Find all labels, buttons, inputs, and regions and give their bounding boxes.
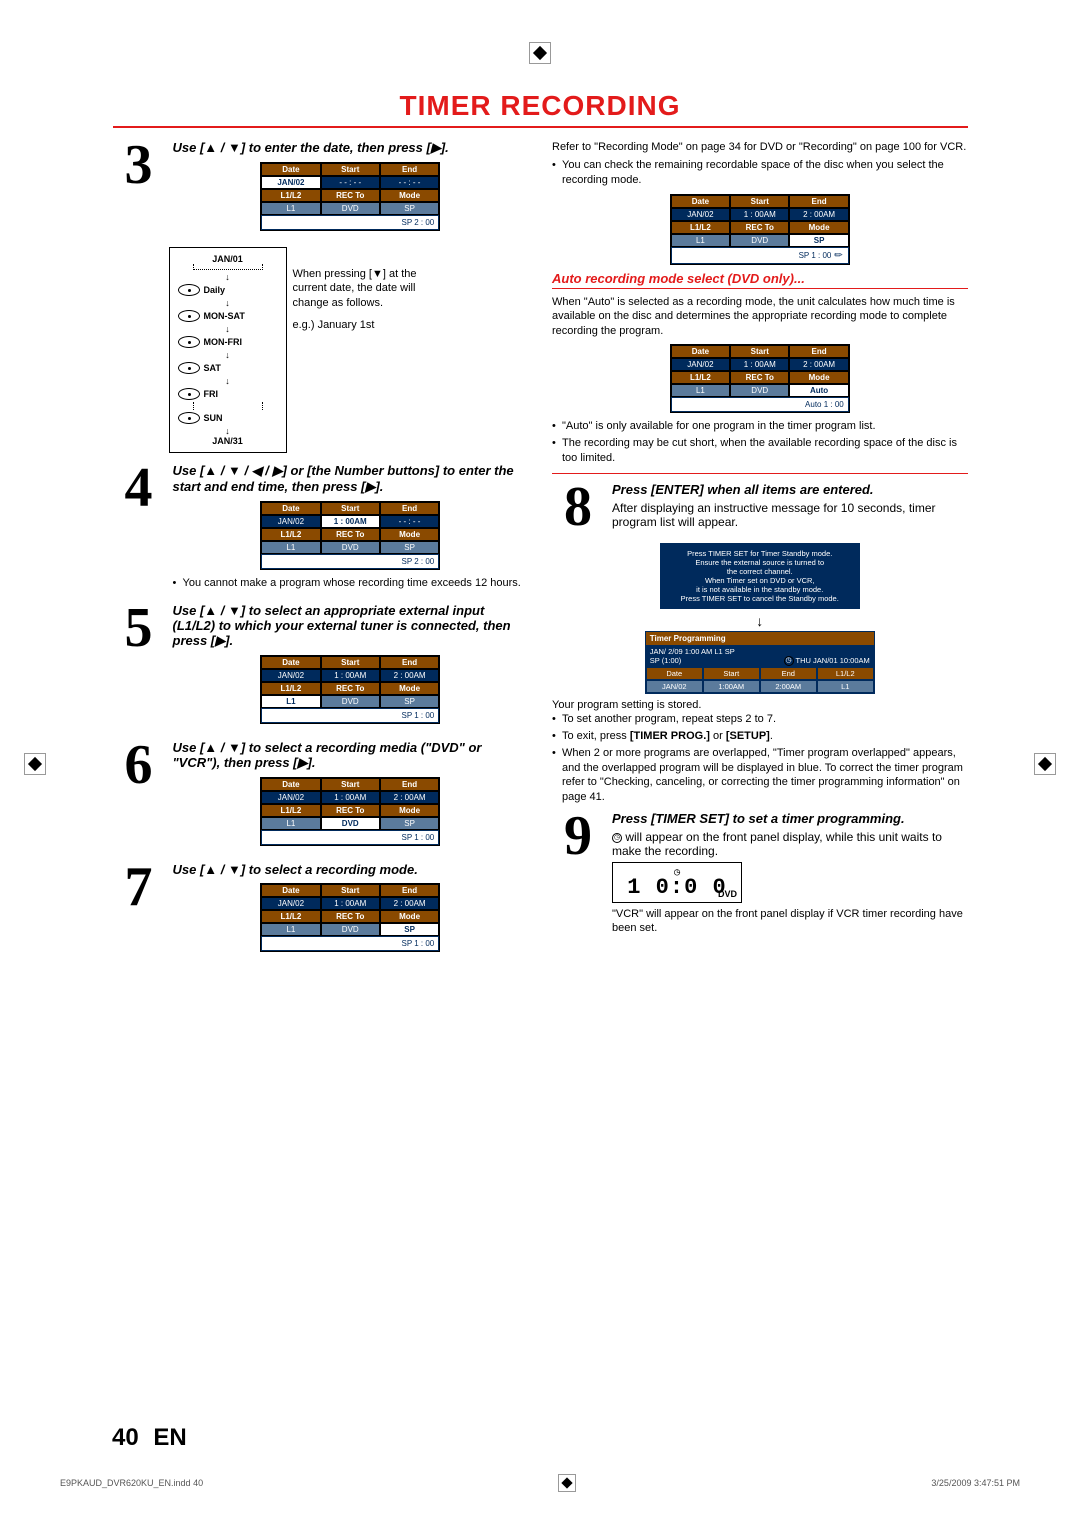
- crop-marker-bottom: [558, 1474, 576, 1492]
- crop-marker-left: [24, 753, 46, 775]
- timer-programming-box: Timer Programming JAN/ 2/09 1:00 AM L1 S…: [645, 631, 875, 694]
- crop-marker-right: [1034, 753, 1056, 775]
- pencil-icon: ✎: [833, 249, 847, 263]
- arrow-down-icon: ↓: [552, 613, 968, 629]
- lcd-display: ◷ 1 0:0 0 DVD: [612, 862, 742, 903]
- doc-footer: E9PKAUD_DVR620KU_EN.indd 40 3/25/2009 3:…: [60, 1474, 1020, 1492]
- auto-mode-heading: Auto recording mode select (DVD only)...: [552, 271, 968, 286]
- date-flow-box: JAN/01 Daily MON-SAT MON-FRI SAT FRI SUN…: [169, 247, 287, 453]
- eye-icon: [178, 362, 200, 374]
- eye-icon: [178, 310, 200, 322]
- step-3-table: DateStartEnd JAN/02- - : - -- - : - - L1…: [260, 162, 440, 231]
- eye-icon: [178, 412, 200, 424]
- step-9: 9 Press [TIMER SET] to set a timer progr…: [552, 811, 968, 935]
- step-4: 4 Use [▲ / ▼ / ◀ / ▶] or [the Number but…: [113, 463, 529, 593]
- date-flow-wrap: JAN/01 Daily MON-SAT MON-FRI SAT FRI SUN…: [169, 247, 529, 453]
- timer-icon: ◷: [612, 833, 622, 843]
- step-8: 8 Press [ENTER] when all items are enter…: [552, 482, 968, 532]
- page-number: 40 EN: [112, 1424, 187, 1452]
- step-6: 6 Use [▲ / ▼] to select a recording medi…: [113, 740, 529, 852]
- divider: [552, 473, 968, 474]
- step-7: 7 Use [▲ / ▼] to select a recording mode…: [113, 862, 529, 958]
- eye-icon: [178, 388, 200, 400]
- clock-icon: ◷: [784, 656, 794, 666]
- left-column: 3 Use [▲ / ▼] to enter the date, then pr…: [113, 140, 529, 968]
- content-columns: 3 Use [▲ / ▼] to enter the date, then pr…: [113, 140, 968, 968]
- right-intro-table: DateStartEnd JAN/021 : 00AM2 : 00AM L1/L…: [670, 194, 850, 265]
- step-5: 5 Use [▲ / ▼] to select an appropriate e…: [113, 603, 529, 730]
- step-3-lead: Use [▲ / ▼] to enter the date, then pres…: [173, 140, 449, 155]
- step-3: 3 Use [▲ / ▼] to enter the date, then pr…: [113, 140, 529, 237]
- date-flow-note: When pressing [▼] at the current date, t…: [293, 247, 433, 332]
- eye-icon: [178, 336, 200, 348]
- step-4-table: DateStartEnd JAN/021 : 00AM- - : - - L1/…: [260, 501, 440, 570]
- page-title: TIMER RECORDING: [113, 90, 968, 128]
- step-6-table: DateStartEnd JAN/021 : 00AM2 : 00AM L1/L…: [260, 777, 440, 846]
- step-7-table: DateStartEnd JAN/021 : 00AM2 : 00AM L1/L…: [260, 883, 440, 952]
- right-column: Refer to "Recording Mode" on page 34 for…: [552, 140, 968, 968]
- auto-mode-table: DateStartEnd JAN/021 : 00AM2 : 00AM L1/L…: [670, 344, 850, 413]
- message-box: Press TIMER SET for Timer Standby mode. …: [660, 543, 860, 609]
- crop-marker-top: [529, 42, 551, 64]
- eye-icon: [178, 284, 200, 296]
- step-num: 3: [113, 140, 165, 237]
- step-5-table: DateStartEnd JAN/021 : 00AM2 : 00AM L1/L…: [260, 655, 440, 724]
